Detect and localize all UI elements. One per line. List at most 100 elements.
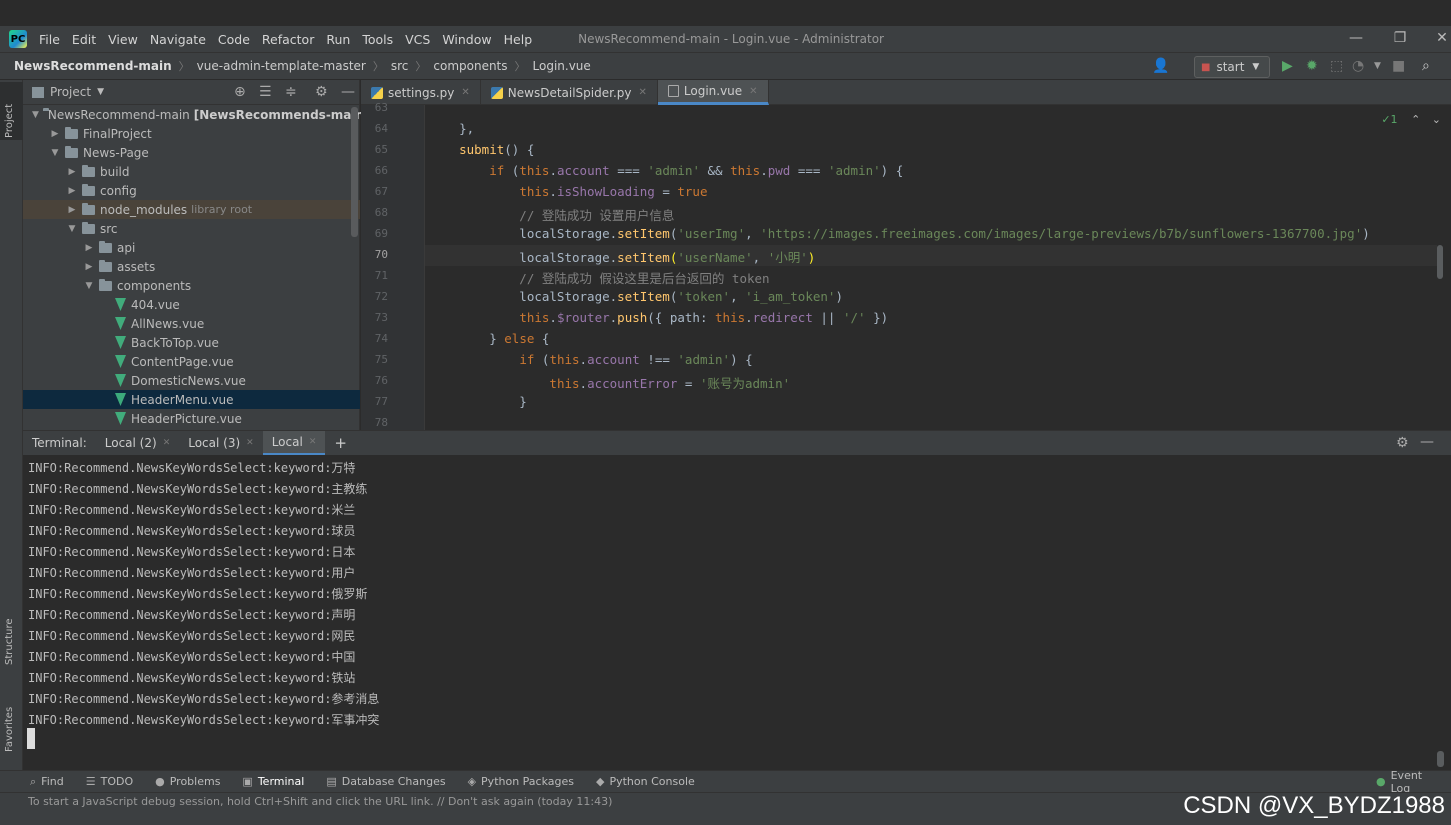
close-icon[interactable]: ✕ <box>1432 30 1451 46</box>
chevron-right-icon[interactable]: ▶ <box>83 243 95 253</box>
menu-help[interactable]: Help <box>498 32 539 47</box>
menu-view[interactable]: View <box>102 32 144 47</box>
breadcrumb-components[interactable]: components <box>433 59 507 73</box>
code-token: . <box>549 163 557 178</box>
menu-navigate[interactable]: Navigate <box>144 32 212 47</box>
expand-all-icon[interactable]: ☰ <box>259 84 272 100</box>
menu-code[interactable]: Code <box>212 32 256 47</box>
favorites-tool-tab[interactable]: Favorites <box>4 707 15 752</box>
minimize-icon[interactable]: — <box>1346 30 1366 46</box>
tree-item-file[interactable]: DomesticNews.vue <box>23 371 360 390</box>
tree-item-folder[interactable]: ▼ News-Page <box>23 143 360 162</box>
stop-icon[interactable]: ■ <box>1392 58 1405 74</box>
restore-icon[interactable]: ❐ <box>1390 30 1410 46</box>
tree-item-folder[interactable]: ▶ FinalProject <box>23 124 360 143</box>
menu-edit[interactable]: Edit <box>66 32 102 47</box>
menu-window[interactable]: Window <box>436 32 497 47</box>
tree-item-folder[interactable]: ▼ src <box>23 219 360 238</box>
tool-window-python-packages[interactable]: ◈ Python Packages <box>468 775 574 788</box>
tree-item-folder[interactable]: ▶ api <box>23 238 360 257</box>
tree-scrollbar[interactable] <box>351 107 358 237</box>
gear-icon[interactable]: ⚙ <box>1396 435 1409 451</box>
add-terminal-button[interactable]: + <box>325 431 356 456</box>
menu-bar: PC File Edit View Navigate Code Refactor… <box>0 26 1451 52</box>
gear-icon[interactable]: ⚙ <box>315 84 328 100</box>
structure-tool-tab[interactable]: Structure <box>4 618 15 665</box>
hide-icon[interactable]: — <box>1420 434 1434 450</box>
chevron-right-icon[interactable]: ▶ <box>49 129 61 139</box>
terminal-output[interactable]: INFO:Recommend.NewsKeyWordsSelect:keywor… <box>23 455 1451 770</box>
chevron-down-icon[interactable]: ▼ <box>66 224 78 234</box>
locate-icon[interactable]: ⊕ <box>234 84 246 100</box>
tool-window-database-changes[interactable]: ▤ Database Changes <box>326 775 445 788</box>
breadcrumb-project[interactable]: NewsRecommend-main <box>14 59 172 73</box>
tree-item-file[interactable]: HeaderPicture.vue <box>23 409 360 428</box>
run-icon[interactable]: ▶ <box>1282 58 1293 74</box>
more-run-icon[interactable]: ▼ <box>1374 61 1381 71</box>
project-panel-title[interactable]: Project <box>50 85 91 99</box>
chevron-right-icon[interactable]: ▶ <box>83 262 95 272</box>
tree-item-folder[interactable]: ▶ config <box>23 181 360 200</box>
coverage-icon[interactable]: ⬚ <box>1330 58 1343 74</box>
code-editor[interactable]: ✓1 ⌃ ⌄ }, submit() { if (this.account ==… <box>425 105 1451 430</box>
tree-item-folder[interactable]: ▶ assets <box>23 257 360 276</box>
code-token: , <box>752 250 768 265</box>
tree-item-folder[interactable]: ▶ build <box>23 162 360 181</box>
breadcrumb-file[interactable]: Login.vue <box>533 59 591 73</box>
inspection-widget[interactable]: ✓1 ⌃ ⌄ <box>1381 113 1441 126</box>
menu-vcs[interactable]: VCS <box>399 32 436 47</box>
tool-window-terminal[interactable]: ▣ Terminal <box>242 775 304 788</box>
close-tab-icon[interactable]: ✕ <box>163 438 171 448</box>
terminal-tab[interactable]: Local ✕ <box>262 430 326 456</box>
terminal-tab[interactable]: Local (3) ✕ <box>179 431 262 456</box>
profile-icon[interactable]: ◔ <box>1352 58 1364 74</box>
chevron-up-icon[interactable]: ⌃ <box>1411 113 1420 126</box>
tree-item-file[interactable]: AllNews.vue <box>23 314 360 333</box>
search-icon[interactable]: ⌕ <box>1422 58 1430 74</box>
tree-item-file[interactable]: BackToTop.vue <box>23 333 360 352</box>
tree-item-folder[interactable]: ▶ node_modules library root <box>23 200 360 219</box>
hide-icon[interactable]: — <box>341 84 355 100</box>
editor-tab-label: Login.vue <box>683 84 743 98</box>
chevron-right-icon[interactable]: ▶ <box>66 205 78 215</box>
tree-item-file[interactable]: 404.vue <box>23 295 360 314</box>
tool-window-python-console[interactable]: ◆ Python Console <box>596 775 695 788</box>
editor-tab[interactable]: Login.vue ✕ <box>657 80 769 105</box>
close-tab-icon[interactable]: ✕ <box>246 438 254 448</box>
chevron-down-icon[interactable]: ▼ <box>49 148 61 158</box>
code-token: } <box>429 331 505 346</box>
tree-item-file[interactable]: ContentPage.vue <box>23 352 360 371</box>
run-config-select[interactable]: ■ start ▼ <box>1194 56 1270 78</box>
breadcrumb-src[interactable]: src <box>391 59 409 73</box>
event-log-button[interactable]: ● Event Log <box>1376 769 1429 795</box>
menu-run[interactable]: Run <box>320 32 356 47</box>
tool-window-problems[interactable]: ● Problems <box>155 775 220 788</box>
tool-window-todo[interactable]: ☰ TODO <box>86 775 133 788</box>
user-icon[interactable]: 👤 <box>1152 58 1169 74</box>
chevron-right-icon[interactable]: ▶ <box>66 186 78 196</box>
chevron-down-icon[interactable]: ▼ <box>83 281 95 291</box>
chevron-right-icon[interactable]: ▶ <box>66 167 78 177</box>
breadcrumb-folder[interactable]: vue-admin-template-master <box>197 59 366 73</box>
chevron-down-icon[interactable]: ▼ <box>97 87 104 97</box>
project-tool-tab[interactable]: Project <box>4 104 15 138</box>
collapse-all-icon[interactable]: ≑ <box>285 84 297 100</box>
menu-file[interactable]: File <box>33 32 66 47</box>
tree-item-file[interactable]: HeaderMenu.vue <box>23 390 360 409</box>
close-tab-icon[interactable]: ✕ <box>461 87 469 98</box>
close-tab-icon[interactable]: ✕ <box>309 437 317 447</box>
editor-scrollbar[interactable] <box>1437 245 1443 279</box>
tree-item-folder[interactable]: ▼ NewsRecommend-main [NewsRecommends-main] <box>23 105 370 124</box>
tool-window-find[interactable]: ⌕ Find <box>30 775 64 789</box>
terminal-scrollbar[interactable] <box>1437 751 1444 767</box>
close-tab-icon[interactable]: ✕ <box>639 87 647 98</box>
menu-refactor[interactable]: Refactor <box>256 32 320 47</box>
chevron-down-icon[interactable]: ▼ <box>32 110 39 120</box>
tree-item-folder[interactable]: ▼ components <box>23 276 360 295</box>
close-tab-icon[interactable]: ✕ <box>749 86 757 97</box>
chevron-down-icon[interactable]: ⌄ <box>1432 113 1441 126</box>
debug-icon[interactable]: ✹ <box>1306 58 1318 74</box>
terminal-tab[interactable]: Local (2) ✕ <box>96 431 179 456</box>
menu-tools[interactable]: Tools <box>356 32 399 47</box>
editor-tab[interactable]: NewsDetailSpider.py ✕ <box>481 80 658 105</box>
